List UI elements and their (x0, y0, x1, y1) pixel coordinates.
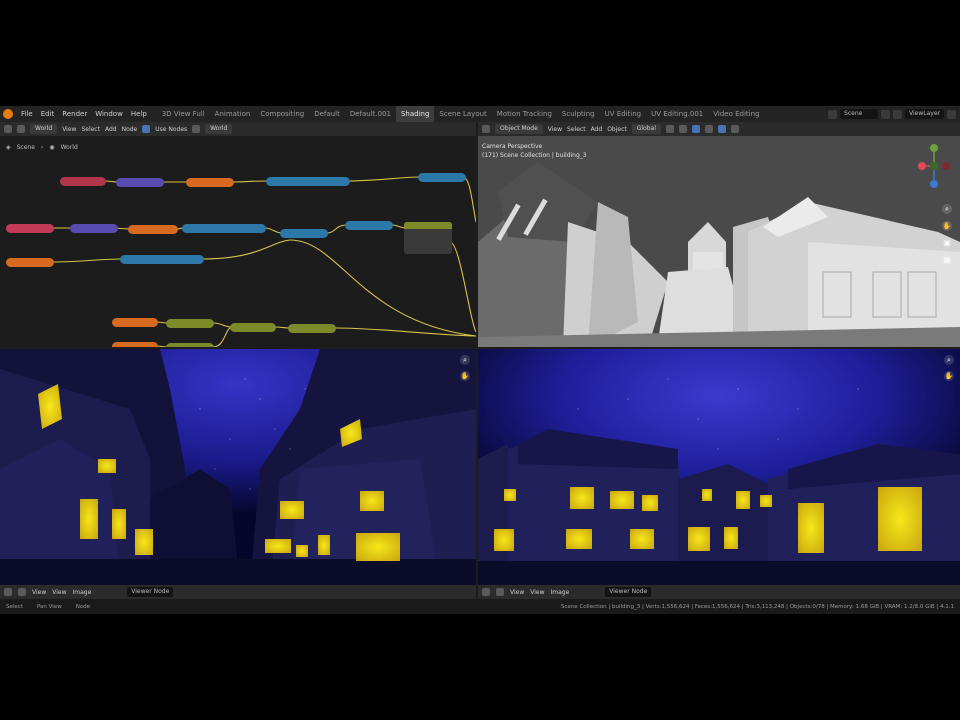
tab-uv-editing-001[interactable]: UV Editing.001 (646, 106, 708, 122)
world-output-node[interactable] (404, 222, 452, 254)
menu-file[interactable]: File (17, 110, 37, 118)
render-nav-buttons-right: ⌕ ✋ (944, 355, 954, 381)
tab-default-001[interactable]: Default.001 (345, 106, 396, 122)
blender-window: File Edit Render Window Help 3D View Ful… (0, 106, 960, 614)
tab-uv-editing[interactable]: UV Editing (600, 106, 647, 122)
image-editor-header-left: View View Image Viewer Node (0, 585, 476, 599)
image-name-field[interactable]: Viewer Node (127, 587, 174, 597)
tab-scene-layout[interactable]: Scene Layout (434, 106, 491, 122)
view-mode-icon[interactable] (496, 588, 504, 596)
status-bar: Select Pan View Node Scene Collection | … (0, 599, 960, 614)
render-view-right[interactable]: ⌕ ✋ (478, 349, 960, 585)
night-street-render-left (0, 349, 476, 585)
render-view-left[interactable]: ⌕ ✋ (0, 349, 476, 585)
menu-render[interactable]: Render (58, 110, 91, 118)
view-layer-icon[interactable] (893, 109, 903, 119)
tab-sculpting[interactable]: Sculpting (557, 106, 600, 122)
scene-statistics: Scene Collection | building_3 | Verts:1,… (560, 603, 954, 610)
mix-shader-node[interactable] (418, 173, 466, 182)
scene-geometry (478, 162, 960, 347)
zoom-icon[interactable]: ⌕ (944, 355, 954, 365)
status-pan-hint: Pan View (36, 603, 62, 610)
editor-type-icon[interactable] (4, 588, 12, 596)
zoom-icon[interactable]: ⌕ (942, 204, 952, 214)
status-node-hint: Node (75, 603, 91, 610)
tab-shading[interactable]: Shading (395, 106, 435, 122)
menu-view-2[interactable]: View (52, 589, 66, 596)
color-ramp-node-2[interactable] (182, 224, 266, 233)
view-mode-icon[interactable] (18, 588, 26, 596)
tab-animation[interactable]: Animation (210, 106, 256, 122)
render-nav-buttons-left: ⌕ ✋ (460, 355, 470, 381)
blender-logo-icon[interactable] (3, 109, 13, 119)
scene-field[interactable]: Scene (840, 109, 879, 119)
tab-video-editing[interactable]: Video Editing (708, 106, 764, 122)
view-layer-field[interactable]: ViewLayer (905, 109, 944, 119)
night-street-render-right (478, 349, 960, 585)
mix-node[interactable] (345, 221, 393, 230)
pan-hand-icon[interactable]: ✋ (460, 371, 470, 381)
tab-motion-tracking[interactable]: Motion Tracking (492, 106, 557, 122)
image-texture-node[interactable] (112, 342, 158, 347)
noise-texture-node[interactable] (186, 178, 234, 187)
editor-type-icon[interactable] (482, 588, 490, 596)
navigation-gizmo[interactable] (914, 140, 954, 200)
mix-shader-node-2[interactable] (230, 323, 276, 332)
image-name-field[interactable]: Viewer Node (605, 587, 652, 597)
scene-selector: Scene ViewLayer (828, 109, 960, 119)
mapping-node[interactable] (116, 178, 164, 187)
scene-icon[interactable] (828, 109, 838, 119)
pan-hand-icon[interactable]: ✋ (944, 371, 954, 381)
camera-icon[interactable]: ▣ (942, 238, 952, 248)
voronoi-texture-node[interactable] (128, 225, 178, 234)
menu-view-2[interactable]: View (530, 589, 544, 596)
background-node[interactable] (166, 319, 214, 328)
copy-scene-icon[interactable] (881, 109, 891, 119)
image-editor-header-right: View View Image Viewer Node (478, 585, 960, 599)
menu-edit[interactable]: Edit (37, 110, 59, 118)
menu-window[interactable]: Window (91, 110, 127, 118)
3d-viewport[interactable]: Object Mode View Select Add Object Globa… (478, 122, 960, 347)
menu-image[interactable]: Image (551, 589, 570, 596)
status-select-hint: Select (6, 603, 23, 610)
menu-image[interactable]: Image (73, 589, 92, 596)
top-menu-bar: File Edit Render Window Help 3D View Ful… (0, 106, 960, 122)
menu-view[interactable]: View (510, 589, 524, 596)
emission-node[interactable] (166, 343, 214, 347)
copy-view-layer-icon[interactable] (947, 109, 956, 119)
viewport-nav-buttons: ⌕ ✋ ▣ ▦ (942, 204, 952, 265)
noise-texture-node-2[interactable] (112, 318, 158, 327)
workspace-tabs: 3D View Full Animation Compositing Defau… (157, 106, 765, 122)
vector-math-node[interactable] (70, 224, 118, 233)
menu-help[interactable]: Help (127, 110, 151, 118)
pan-hand-icon[interactable]: ✋ (942, 221, 952, 231)
shader-node-editor[interactable]: World View Select Add Node Use Nodes Wor… (0, 122, 476, 347)
color-ramp-node[interactable] (266, 177, 350, 186)
add-shader-node[interactable] (288, 324, 336, 333)
geometry-node[interactable] (6, 224, 54, 233)
ortho-grid-icon[interactable]: ▦ (942, 255, 952, 265)
tab-3d-view-full[interactable]: 3D View Full (157, 106, 210, 122)
tab-default[interactable]: Default (309, 106, 345, 122)
color-ramp-node-3[interactable] (120, 255, 204, 264)
math-node[interactable] (280, 229, 328, 238)
zoom-icon[interactable]: ⌕ (460, 355, 470, 365)
menu-view[interactable]: View (32, 589, 46, 596)
tab-compositing[interactable]: Compositing (255, 106, 309, 122)
texture-coordinate-node[interactable] (60, 177, 106, 186)
gradient-texture-node[interactable] (6, 258, 54, 267)
